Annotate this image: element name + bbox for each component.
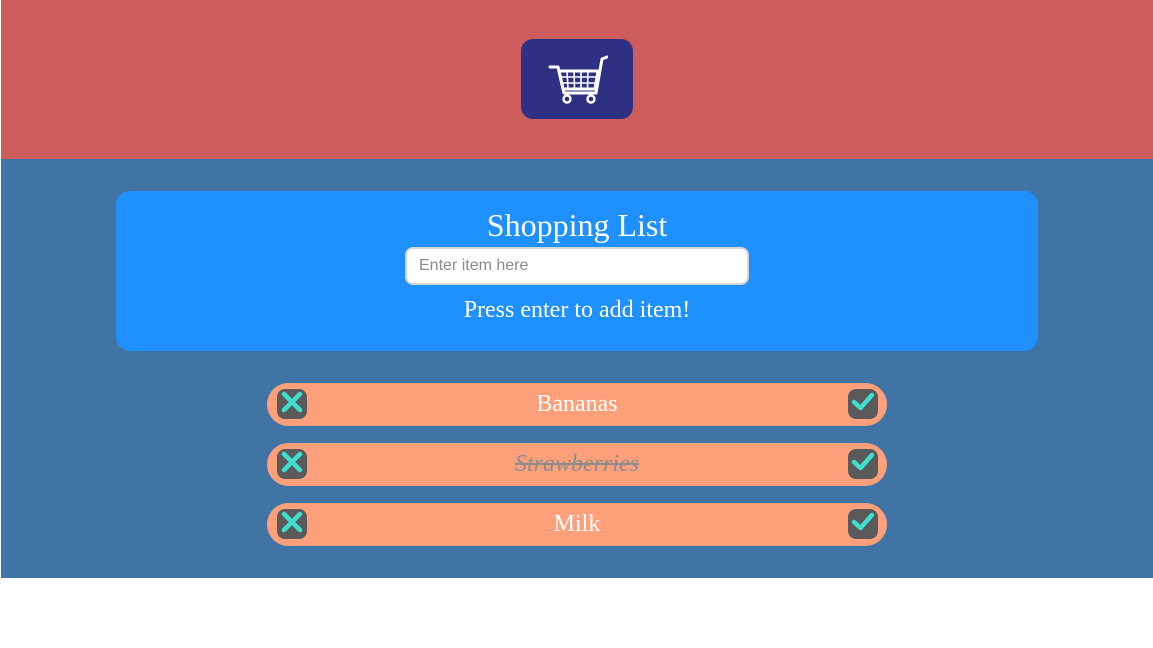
page-title: Shopping List [486, 207, 668, 243]
check-icon [851, 510, 875, 539]
x-icon [280, 510, 304, 539]
x-icon [280, 450, 304, 479]
complete-item-button[interactable] [848, 389, 878, 419]
list-item: Milk [267, 503, 887, 546]
shopping-list-card: Shopping List Press enter to add item! [116, 191, 1038, 351]
check-icon [851, 450, 875, 479]
list-item: Strawberries [267, 443, 887, 486]
logo [521, 39, 633, 119]
x-icon [280, 390, 304, 419]
delete-item-button[interactable] [277, 389, 307, 419]
hint-text: Press enter to add item! [463, 297, 691, 323]
check-icon [851, 390, 875, 419]
main-area: Shopping List Press enter to add item! B… [1, 159, 1153, 578]
list-item: Bananas [267, 383, 887, 426]
item-label: Milk [553, 511, 601, 537]
shopping-items-list: Bananas Strawberries Milk [267, 383, 887, 563]
item-label: Bananas [536, 391, 618, 417]
delete-item-button[interactable] [277, 509, 307, 539]
item-label-completed: Strawberries [514, 451, 639, 477]
delete-item-button[interactable] [277, 449, 307, 479]
header-bar [1, 0, 1153, 159]
item-input[interactable] [405, 247, 749, 285]
complete-item-button[interactable] [848, 449, 878, 479]
complete-item-button[interactable] [848, 509, 878, 539]
shopping-cart-icon [546, 47, 609, 112]
